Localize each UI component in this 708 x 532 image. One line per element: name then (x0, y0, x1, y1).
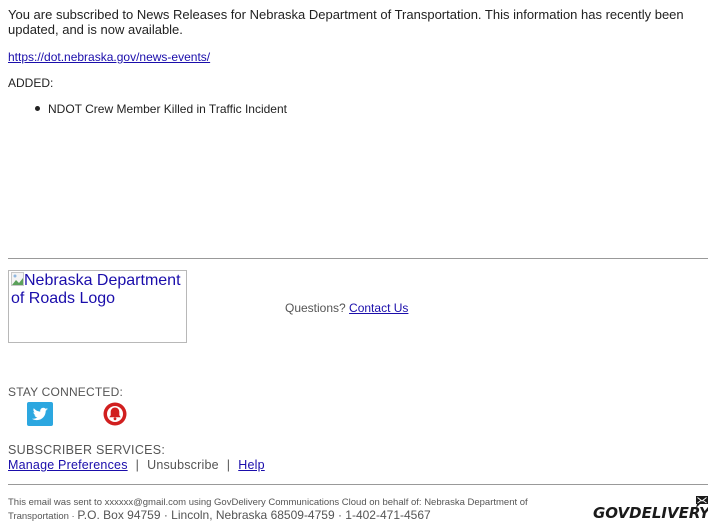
news-events-link[interactable]: https://dot.nebraska.gov/news-events/ (8, 50, 210, 64)
footer-address: P.O. Box 94759 · Lincoln, Nebraska 68509… (77, 508, 431, 522)
list-item-label: NDOT Crew Member Killed in Traffic Incid… (48, 102, 287, 116)
news-link-container: https://dot.nebraska.gov/news-events/ (8, 50, 210, 64)
bell-alert-icon[interactable] (103, 402, 127, 426)
separator: | (226, 458, 231, 472)
govdelivery-logo[interactable]: GOVDELIVERY (592, 494, 708, 524)
broken-image-icon (11, 272, 24, 286)
govdelivery-brand-text: GOVDELIVERY (593, 504, 708, 522)
stay-connected-label: STAY CONNECTED: (8, 385, 124, 399)
twitter-icon[interactable] (27, 402, 53, 426)
added-label: ADDED: (8, 76, 54, 90)
questions-row: Questions? Contact Us (285, 301, 408, 315)
unsubscribe-link[interactable]: Unsubscribe (147, 458, 219, 472)
list-item: NDOT Crew Member Killed in Traffic Incid… (35, 102, 287, 116)
ndor-logo-image[interactable]: Nebraska Department of Roads Logo (8, 270, 187, 343)
logo-alt-text: Nebraska Department of Roads Logo (11, 272, 181, 307)
help-link[interactable]: Help (238, 458, 265, 472)
divider (8, 258, 708, 259)
added-list: NDOT Crew Member Killed in Traffic Incid… (35, 102, 287, 116)
footer-text: This email was sent to xxxxxx@gmail.com … (8, 496, 568, 523)
bullet-icon (35, 106, 40, 112)
manage-preferences-link[interactable]: Manage Preferences (8, 458, 128, 472)
subscriber-services-label: SUBSCRIBER SERVICES: (8, 443, 166, 457)
contact-us-link[interactable]: Contact Us (349, 301, 408, 315)
intro-text: You are subscribed to News Releases for … (8, 7, 684, 37)
footer-divider (8, 484, 708, 485)
subscriber-services-links: Manage Preferences | Unsubscribe | Help (8, 458, 265, 472)
questions-label: Questions? (285, 301, 346, 315)
separator: | (135, 458, 140, 472)
